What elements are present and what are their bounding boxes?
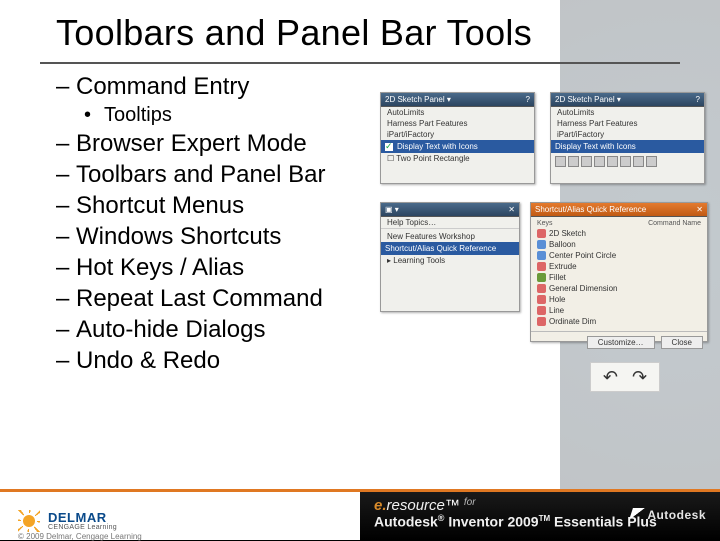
bullet-autohide: –Auto-hide Dialogs [56, 316, 720, 344]
title-bar: Toolbars and Panel Bar Tools [0, 0, 720, 60]
bullet-shortcut-menus: –Shortcut Menus [56, 192, 720, 220]
slide-title: Toolbars and Panel Bar Tools [56, 12, 680, 54]
bullet-undo-redo: –Undo & Redo [56, 347, 720, 375]
brand-delmar: DELMAR [48, 511, 117, 524]
footer-left: DELMAR CENGAGE Learning [18, 510, 117, 532]
slide: Toolbars and Panel Bar Tools –Command En… [0, 0, 720, 540]
bullet-command-entry: –Command Entry [56, 73, 720, 101]
delmar-logo: DELMAR CENGAGE Learning [48, 511, 117, 531]
bullet-browser-expert: –Browser Expert Mode [56, 130, 720, 158]
bullet-repeat-last: –Repeat Last Command [56, 285, 720, 313]
footer: DELMAR CENGAGE Learning © 2009 Delmar, C… [0, 484, 720, 540]
bullet-tooltips: •Tooltips [84, 104, 720, 127]
bullet-windows-shortcuts: –Windows Shortcuts [56, 223, 720, 251]
brand-cengage: CENGAGE Learning [48, 524, 117, 531]
footer-right: e.resource™for Autodesk® Inventor 2009TM… [360, 492, 720, 540]
autodesk-logo: Autodesk [631, 508, 706, 522]
bullet-toolbars-panel: –Toolbars and Panel Bar [56, 161, 720, 189]
bullet-list: –Command Entry •Tooltips –Browser Expert… [0, 64, 720, 375]
delmar-sun-icon [18, 510, 40, 532]
bullet-hotkeys: –Hot Keys / Alias [56, 254, 720, 282]
